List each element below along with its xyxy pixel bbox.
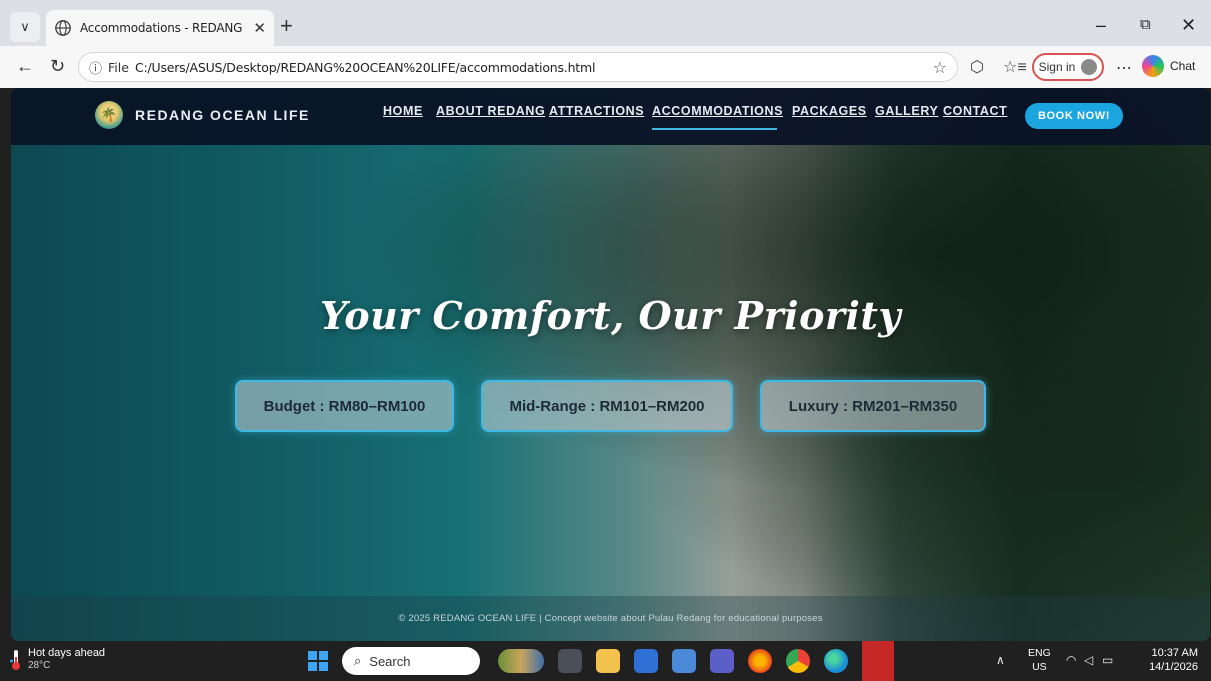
site-navbar: 🌴 REDANG OCEAN LIFE HOME ABOUT REDANG AT… [11, 88, 1210, 145]
browser-tab-active[interactable]: Accommodations - REDANG OCE ✕ [46, 10, 274, 46]
windows-taskbar: Hot days ahead 28°C ⌕ Search ∧ ENG US ◠ … [0, 641, 1211, 681]
chat-label: Chat [1170, 59, 1196, 73]
copilot-chat-button[interactable]: Chat [1142, 55, 1195, 77]
address-bar[interactable]: ⓘ File C:/Users/ASUS/Desktop/REDANG%20OC… [78, 52, 958, 82]
book-now-button[interactable]: BOOK NOW! [1025, 103, 1123, 129]
whiteboard-app-icon[interactable] [634, 649, 658, 673]
clock-time: 10:37 AM [1151, 647, 1198, 659]
globe-icon [55, 20, 71, 36]
file-explorer-icon[interactable] [596, 649, 620, 673]
tab-title: Accommodations - REDANG OCE [80, 21, 245, 35]
widgets-news-icon[interactable] [498, 649, 544, 673]
nav-active-indicator [652, 128, 777, 130]
favorite-star-icon[interactable]: ☆ [933, 58, 947, 77]
sign-in-label: Sign in [1038, 60, 1076, 74]
site-brand[interactable]: 🌴 REDANG OCEAN LIFE [95, 101, 310, 129]
extensions-icon[interactable]: ⬡ [970, 57, 984, 77]
hero-title: Your Comfort, Our Priority [319, 293, 901, 338]
tab-close-icon[interactable]: ✕ [253, 19, 266, 37]
weather-temp: 28°C [28, 660, 51, 671]
browser-toolbar: ← ↻ ⓘ File C:/Users/ASUS/Desktop/REDANG%… [0, 46, 1211, 88]
volume-icon[interactable]: ◁ [1084, 653, 1093, 667]
search-label: Search [369, 653, 411, 669]
store-app-icon[interactable] [672, 649, 696, 673]
task-view-icon[interactable] [558, 649, 582, 673]
nav-home[interactable]: HOME [383, 104, 423, 118]
chevron-up-icon[interactable]: ∧ [996, 653, 1005, 667]
weather-widget[interactable]: Hot days ahead 28°C [10, 647, 105, 672]
profile-avatar-icon [1081, 59, 1098, 75]
island-logo-icon: 🌴 [95, 101, 123, 129]
thermometer-icon [10, 649, 20, 670]
price-tier-budget[interactable]: Budget : RM80–RM100 [235, 380, 454, 432]
clock-date: 14/1/2026 [1149, 661, 1198, 673]
teams-icon[interactable] [710, 649, 734, 673]
edge-icon[interactable] [824, 649, 848, 673]
info-icon[interactable]: ⓘ [89, 58, 102, 77]
footer-text: © 2025 REDANG OCEAN LIFE | Concept websi… [398, 613, 823, 624]
nav-gallery[interactable]: GALLERY [875, 104, 938, 118]
wifi-icon[interactable]: ◠ [1066, 653, 1076, 667]
new-tab-button[interactable]: + [280, 15, 293, 37]
taskbar-clock[interactable]: 10:37 AM 14/1/2026 [1140, 646, 1198, 674]
chevron-down-icon: ∨ [20, 19, 30, 34]
price-tier-luxury[interactable]: Luxury : RM201–RM350 [760, 380, 986, 432]
brand-name: REDANG OCEAN LIFE [135, 107, 310, 123]
url-text: C:/Users/ASUS/Desktop/REDANG%20OCEAN%20L… [134, 59, 596, 75]
copilot-icon [1142, 55, 1164, 77]
nav-attractions[interactable]: ATTRACTIONS [549, 104, 644, 118]
taskbar-search[interactable]: ⌕ Search [342, 647, 480, 675]
nav-about-redang[interactable]: ABOUT REDANG [436, 104, 545, 118]
nav-contact[interactable]: CONTACT [943, 104, 1007, 118]
firefox-icon[interactable] [748, 649, 772, 673]
browser-tab-bar: ∨ Accommodations - REDANG OCE ✕ + – ⧉ ✕ [0, 0, 1211, 46]
minimize-icon[interactable]: – [1096, 16, 1106, 34]
hero-overlay [11, 88, 1210, 641]
price-tier-mid-range[interactable]: Mid-Range : RM101–RM200 [481, 380, 733, 432]
weather-title: Hot days ahead [28, 647, 106, 659]
search-icon: ⌕ [354, 653, 362, 668]
refresh-icon[interactable]: ↻ [50, 56, 65, 77]
lang-region: US [1032, 661, 1047, 673]
battery-icon[interactable]: ▭ [1102, 653, 1113, 667]
language-indicator[interactable]: ENG US [1028, 646, 1051, 674]
opera-icon[interactable] [862, 641, 894, 681]
back-arrow-icon[interactable]: ← [16, 56, 34, 77]
nav-accommodations[interactable]: ACCOMMODATIONS [652, 104, 783, 118]
close-window-icon[interactable]: ✕ [1181, 16, 1196, 34]
site-footer: © 2025 REDANG OCEAN LIFE | Concept websi… [11, 596, 1210, 641]
url-scheme-label: File [108, 59, 129, 75]
favorites-list-icon[interactable]: ☆≡ [1003, 57, 1027, 77]
page-viewport: 🌴 REDANG OCEAN LIFE HOME ABOUT REDANG AT… [11, 88, 1210, 641]
nav-packages[interactable]: PACKAGES [792, 104, 867, 118]
restore-icon[interactable]: ⧉ [1140, 16, 1151, 34]
windows-start-icon[interactable] [308, 651, 328, 671]
lang-code: ENG [1028, 647, 1051, 659]
tab-actions-button[interactable]: ∨ [10, 12, 40, 42]
sign-in-button[interactable]: Sign in [1032, 53, 1104, 81]
chrome-icon[interactable] [786, 649, 810, 673]
more-options-icon[interactable]: ⋯ [1116, 58, 1132, 78]
